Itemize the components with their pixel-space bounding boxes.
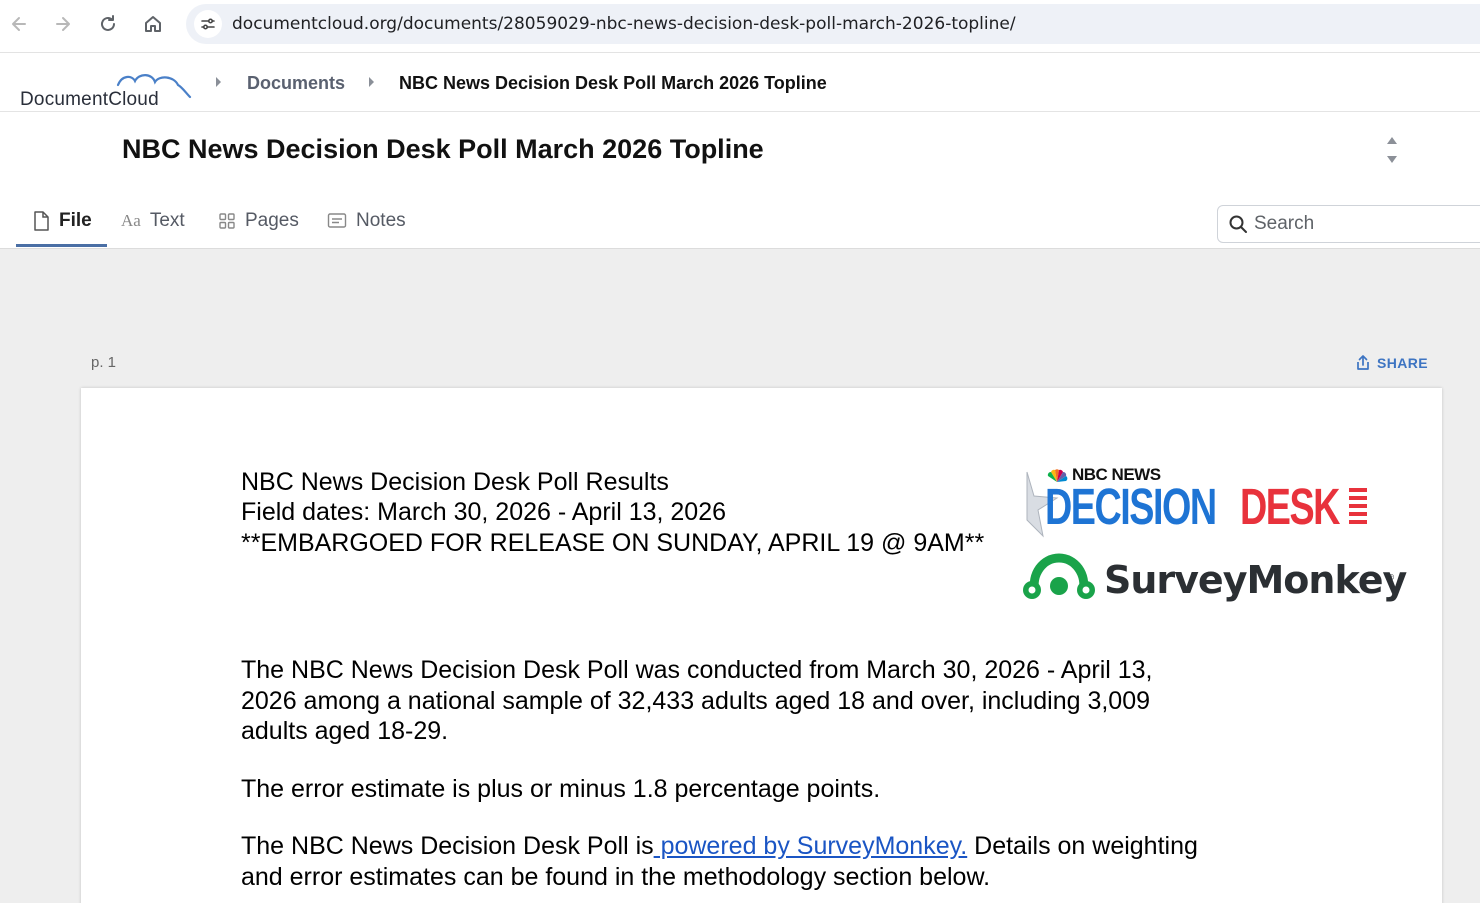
grid-icon bbox=[219, 213, 235, 229]
search-icon bbox=[1229, 215, 1247, 233]
logo-decision-text: DECISION bbox=[1045, 478, 1217, 535]
tab-notes[interactable]: Notes bbox=[327, 196, 406, 246]
breadcrumb-caret-icon bbox=[369, 77, 374, 87]
address-bar[interactable]: documentcloud.org/documents/28059029-nbc… bbox=[186, 4, 1480, 44]
share-icon bbox=[1357, 355, 1369, 370]
page-header-line1: NBC News Decision Desk Poll Results bbox=[241, 468, 669, 496]
para1-line1: The NBC News Decision Desk Poll was cond… bbox=[241, 656, 1153, 684]
page-header-line3: **EMBARGOED FOR RELEASE ON SUNDAY, APRIL… bbox=[241, 529, 985, 557]
para3-text-after: Details on weighting bbox=[967, 832, 1198, 860]
url-text: documentcloud.org/documents/28059029-nbc… bbox=[232, 14, 1016, 34]
text-aa-icon: Aa bbox=[121, 211, 141, 230]
document-title: NBC News Decision Desk Poll March 2026 T… bbox=[122, 134, 764, 164]
registered-mark-icon: ® bbox=[1387, 573, 1395, 582]
para1-line3: adults aged 18-29. bbox=[241, 717, 449, 745]
breadcrumb-current: NBC News Decision Desk Poll March 2026 T… bbox=[399, 73, 827, 93]
share-label: SHARE bbox=[1377, 354, 1429, 371]
search-box[interactable] bbox=[1217, 205, 1480, 243]
tab-label: Text bbox=[149, 210, 185, 231]
share-button[interactable]: SHARE bbox=[1355, 354, 1428, 371]
tab-file[interactable]: File bbox=[32, 196, 92, 246]
surveymonkey-link[interactable]: powered by SurveyMonkey. bbox=[654, 832, 968, 860]
logo-desk-text: DESK bbox=[1240, 478, 1340, 535]
app-header: DocumentCloud Documents NBC News Decisio… bbox=[0, 53, 1480, 112]
breadcrumb-documents[interactable]: Documents bbox=[247, 73, 345, 94]
reload-icon[interactable] bbox=[92, 8, 124, 40]
back-arrow-icon[interactable] bbox=[3, 8, 35, 40]
page-header-line2: Field dates: March 30, 2026 - April 13, … bbox=[241, 498, 727, 526]
home-icon[interactable] bbox=[137, 8, 169, 40]
forward-arrow-icon[interactable] bbox=[47, 8, 79, 40]
search-input[interactable] bbox=[1254, 212, 1480, 236]
notes-icon bbox=[327, 213, 347, 228]
para3-text-before: The NBC News Decision Desk Poll is bbox=[241, 832, 654, 860]
para3-line1: The NBC News Decision Desk Poll is power… bbox=[241, 831, 1198, 862]
para3-line2: and error estimates can be found in the … bbox=[241, 863, 991, 891]
tab-label: File bbox=[59, 210, 92, 231]
logo-surveymonkey-text: SurveyMonkey bbox=[1104, 558, 1407, 602]
tab-label: Pages bbox=[245, 210, 299, 231]
flag-stripes-icon bbox=[1349, 488, 1367, 524]
tab-label: Notes bbox=[356, 210, 406, 231]
active-tab-indicator bbox=[16, 244, 107, 247]
para2: The error estimate is plus or minus 1.8 … bbox=[241, 775, 881, 803]
sort-arrows-icon[interactable] bbox=[1384, 133, 1400, 169]
file-icon bbox=[34, 211, 49, 231]
para1-line2: 2026 among a national sample of 32,433 a… bbox=[241, 687, 1151, 715]
tab-text[interactable]: Aa Text bbox=[121, 196, 185, 246]
logo-text: DocumentCloud bbox=[20, 89, 159, 110]
page-number-label: p. 1 bbox=[91, 354, 117, 371]
tab-pages[interactable]: Pages bbox=[218, 196, 299, 246]
browser-toolbar: documentcloud.org/documents/28059029-nbc… bbox=[0, 0, 1480, 53]
documentcloud-logo[interactable]: DocumentCloud bbox=[18, 63, 196, 110]
site-settings-icon[interactable] bbox=[194, 10, 222, 38]
breadcrumb-caret-icon bbox=[216, 77, 221, 87]
surveymonkey-logo-icon bbox=[1021, 552, 1097, 602]
